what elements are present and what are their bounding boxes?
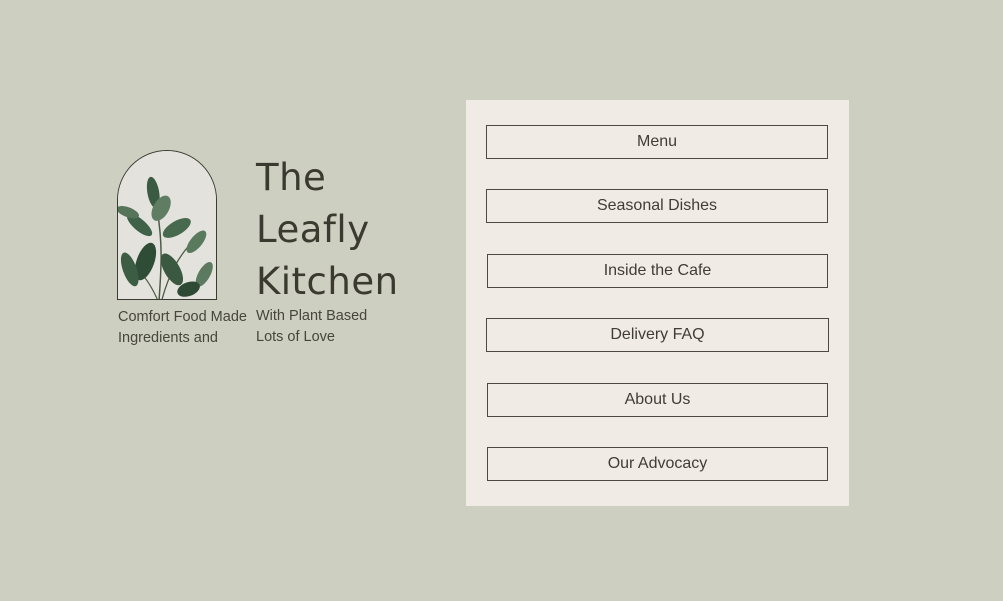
nav-menu-button[interactable]: Menu xyxy=(486,125,828,159)
nav-inside-the-cafe-button[interactable]: Inside the Cafe xyxy=(487,254,828,288)
tagline-line: Ingredients and xyxy=(118,330,218,346)
site-title-line: Kitchen xyxy=(256,260,399,303)
tagline-line: Comfort Food Made xyxy=(118,309,247,325)
site-title: The Leafly Kitchen xyxy=(256,152,436,308)
nav-about-us-button[interactable]: About Us xyxy=(487,383,828,417)
tagline-right: With Plant Based Lots of Love xyxy=(256,306,396,348)
landing-page: The Leafly Kitchen Comfort Food Made Ing… xyxy=(0,0,1003,601)
plant-icon xyxy=(118,151,216,299)
nav-panel: Menu Seasonal Dishes Inside the Cafe Del… xyxy=(466,100,849,506)
site-title-line: The xyxy=(256,156,327,199)
nav-delivery-faq-button[interactable]: Delivery FAQ xyxy=(486,318,829,352)
plant-image xyxy=(117,150,217,300)
tagline-left: Comfort Food Made Ingredients and xyxy=(118,307,258,349)
nav-our-advocacy-button[interactable]: Our Advocacy xyxy=(487,447,828,481)
tagline-line: Lots of Love xyxy=(256,329,335,345)
tagline-line: With Plant Based xyxy=(256,308,368,324)
site-title-line: Leafly xyxy=(256,208,370,251)
nav-seasonal-dishes-button[interactable]: Seasonal Dishes xyxy=(486,189,828,223)
